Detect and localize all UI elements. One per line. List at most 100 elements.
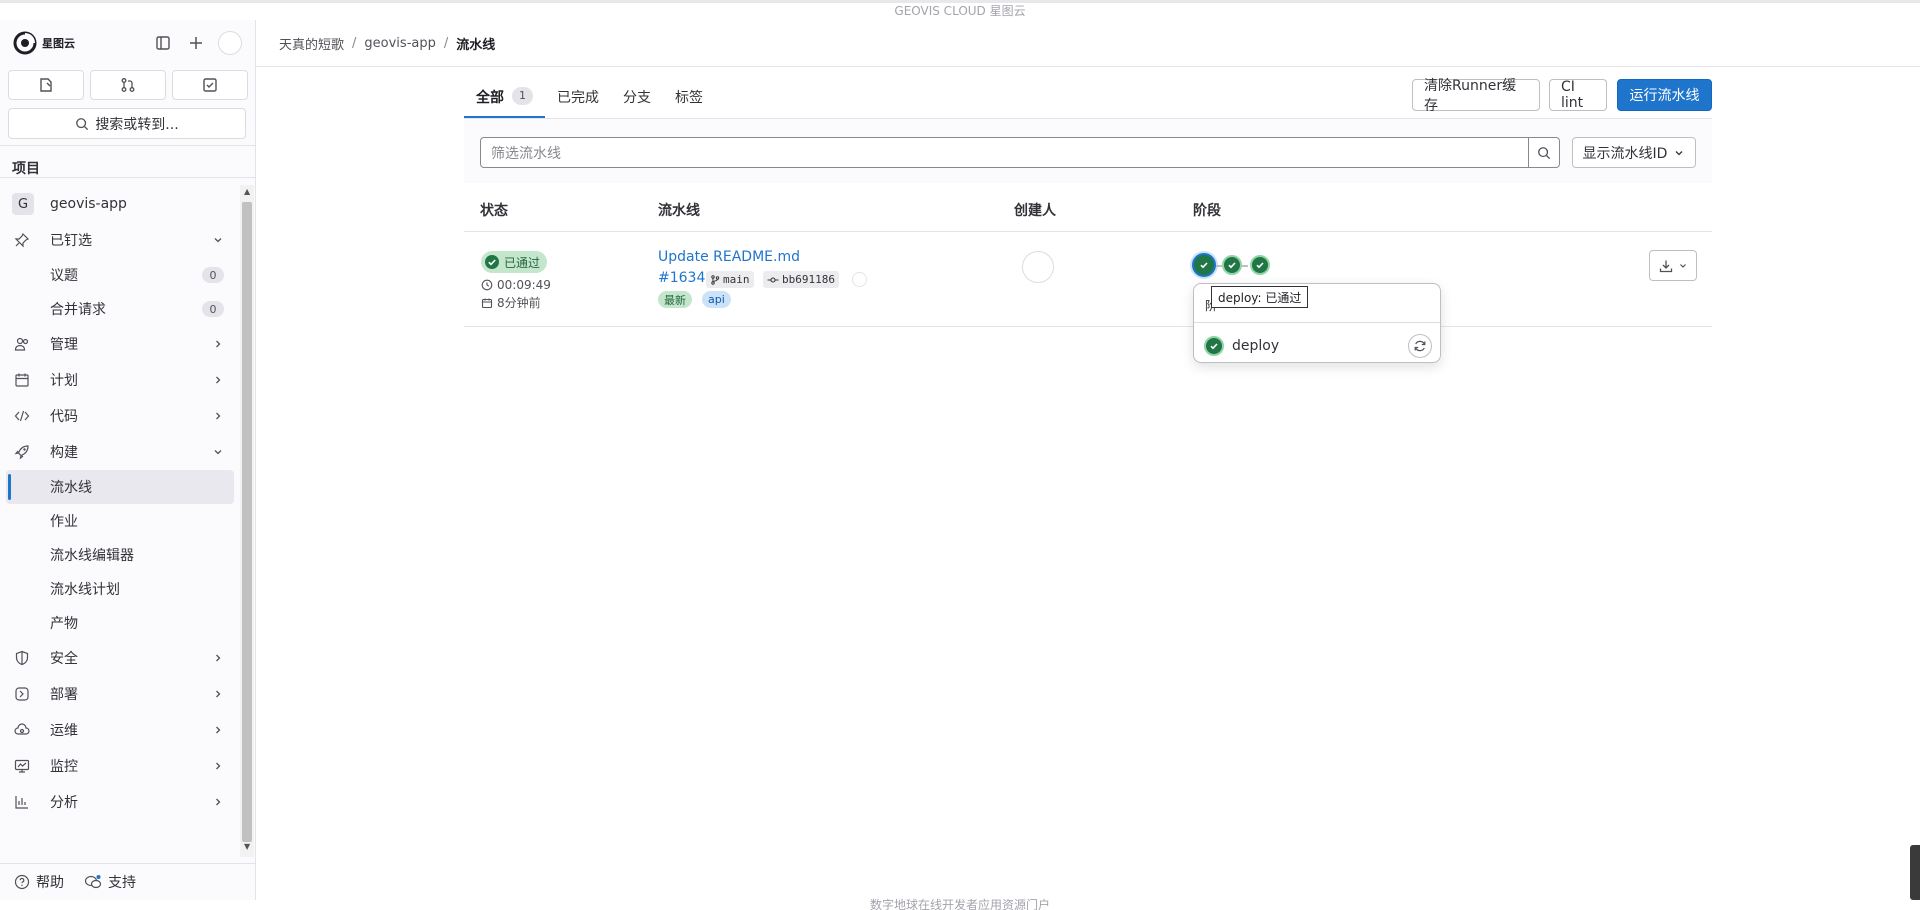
check-icon [1256, 262, 1264, 269]
commit-author-avatar[interactable] [852, 272, 867, 287]
help-icon [14, 874, 30, 889]
sidebar-item-manage[interactable]: 管理 [6, 326, 234, 362]
tab-count-badge: 1 [512, 87, 533, 105]
filter-pipelines-input[interactable]: 筛选流水线 [480, 137, 1529, 168]
project-name: geovis-app [50, 196, 127, 212]
sidebar-item-secure[interactable]: 安全 [6, 640, 234, 676]
sidebar-item-label: 作业 [50, 514, 78, 530]
filter-search-button[interactable] [1528, 137, 1560, 168]
pipeline-duration: 00:09:49 [481, 278, 551, 292]
tab-finished[interactable]: 已完成 [545, 80, 611, 118]
help-label: 帮助 [36, 874, 64, 891]
commit-sha: bb691186 [782, 273, 835, 286]
ci-lint-button[interactable]: CI lint [1549, 79, 1607, 111]
dropdown-divider [1194, 322, 1440, 323]
sidebar-item-build[interactable]: 构建 [6, 434, 234, 470]
retry-job-button[interactable] [1408, 334, 1432, 358]
sidebar-item-artifacts[interactable]: 产物 [6, 606, 234, 640]
column-header-creator: 创建人 [1014, 203, 1056, 219]
sidebar-scrollbar-thumb[interactable] [242, 202, 252, 842]
support-button[interactable]: 支持 [84, 872, 136, 892]
logo[interactable]: 星图云 [12, 30, 75, 56]
sidebar-item-label: 流水线 [50, 480, 92, 496]
commit-sha-link[interactable]: bb691186 [763, 271, 839, 288]
sidebar-item-pipeline-schedules[interactable]: 流水线计划 [6, 572, 234, 606]
stage-status-button[interactable] [1192, 253, 1216, 277]
search-icon [76, 117, 89, 130]
count-badge: 0 [202, 267, 224, 283]
scroll-down-icon[interactable]: ▼ [244, 842, 250, 851]
help-button[interactable]: 帮助 [14, 872, 64, 892]
sidebar-item-analyze[interactable]: 分析 [6, 784, 234, 820]
sidebar-item-pipelines[interactable]: 流水线 [6, 470, 234, 504]
breadcrumb-current[interactable]: 流水线 [456, 34, 495, 53]
branch-name: main [723, 273, 750, 286]
search-or-goto-button[interactable]: 搜索或转到... [8, 108, 246, 139]
sidebar-item-label: 安全 [50, 651, 78, 667]
todos-quick-button[interactable] [172, 70, 248, 100]
sidebar-item-operate[interactable]: 运维 [6, 712, 234, 748]
sidebar-item-label: 构建 [50, 445, 78, 461]
divider [0, 145, 256, 146]
commit-title-link[interactable]: Update README.md [658, 249, 800, 265]
page-footer: 数字地球在线开发者应用资源门户 [870, 898, 1051, 910]
stage-status-button[interactable] [1222, 255, 1242, 275]
create-new-button[interactable] [183, 30, 209, 56]
toggle-sidebar-button[interactable] [150, 30, 176, 56]
tab-tags[interactable]: 标签 [663, 80, 715, 118]
tab-label: 分支 [623, 90, 651, 106]
user-avatar[interactable] [218, 31, 242, 55]
dropdown-label: 显示流水线ID [1582, 145, 1668, 162]
stage-status-button[interactable] [1250, 255, 1270, 275]
check-icon [1210, 343, 1218, 350]
rocket-icon [14, 444, 30, 460]
clear-runner-cache-button[interactable]: 清除Runner缓存 [1412, 78, 1540, 114]
job-item[interactable]: deploy [1204, 332, 1432, 360]
calendar-icon [481, 298, 493, 308]
tab-all[interactable]: 全部 1 [464, 80, 545, 118]
breadcrumb-project-link[interactable]: geovis-app [364, 36, 435, 51]
plus-icon [190, 37, 202, 49]
cloud-gear-icon [14, 722, 30, 738]
project-link[interactable]: G geovis-app [6, 186, 234, 222]
column-header-pipeline: 流水线 [658, 203, 700, 219]
code-icon [14, 408, 30, 424]
commit-icon [767, 276, 779, 283]
sidebar-item-plan[interactable]: 计划 [6, 362, 234, 398]
sidebar-item-pipeline-editor[interactable]: 流水线编辑器 [6, 538, 234, 572]
chevron-right-icon [212, 688, 224, 700]
pipeline-id-link[interactable]: #1634 [658, 270, 705, 286]
floating-widget[interactable] [1910, 845, 1920, 900]
sidebar-item-pinned[interactable]: 已钉选 [6, 222, 234, 258]
creator-avatar[interactable] [1022, 251, 1054, 283]
issues-quick-button[interactable] [8, 70, 84, 100]
run-pipeline-button[interactable]: 运行流水线 [1617, 79, 1712, 111]
sidebar-item-deploy[interactable]: 部署 [6, 676, 234, 712]
sidebar-item-label: 部署 [50, 687, 78, 703]
sidebar-item-jobs[interactable]: 作业 [6, 504, 234, 538]
divider [0, 177, 256, 178]
tab-branches[interactable]: 分支 [611, 80, 663, 118]
top-bar: GEOVIS CLOUD 星图云 [0, 0, 1920, 20]
sidebar-header: 星图云 [0, 20, 256, 65]
finished-value: 8分钟前 [497, 296, 541, 310]
branch-ref-link[interactable]: main [706, 271, 754, 288]
scroll-up-icon[interactable]: ▲ [244, 187, 250, 196]
support-label: 支持 [108, 874, 136, 891]
chevron-right-icon [212, 796, 224, 808]
check-icon [1228, 262, 1236, 269]
status-badge[interactable]: 已通过 [481, 251, 548, 273]
sidebar-item-issues[interactable]: 议题 0 [6, 258, 234, 292]
show-pipeline-id-dropdown[interactable]: 显示流水线ID [1572, 137, 1696, 168]
download-icon [1659, 260, 1672, 272]
logo-icon [13, 31, 37, 55]
breadcrumb-group-link[interactable]: 天真的短歌 [279, 34, 344, 53]
merge-requests-quick-button[interactable] [90, 70, 166, 100]
wechat-icon [84, 874, 102, 888]
chevron-down-icon [1679, 263, 1686, 268]
sidebar-item-monitor[interactable]: 监控 [6, 748, 234, 784]
sidebar-item-settings[interactable]: 设置 [6, 820, 234, 830]
sidebar-item-merge-requests[interactable]: 合并请求 0 [6, 292, 234, 326]
download-artifacts-button[interactable] [1649, 250, 1697, 281]
sidebar-item-code[interactable]: 代码 [6, 398, 234, 434]
